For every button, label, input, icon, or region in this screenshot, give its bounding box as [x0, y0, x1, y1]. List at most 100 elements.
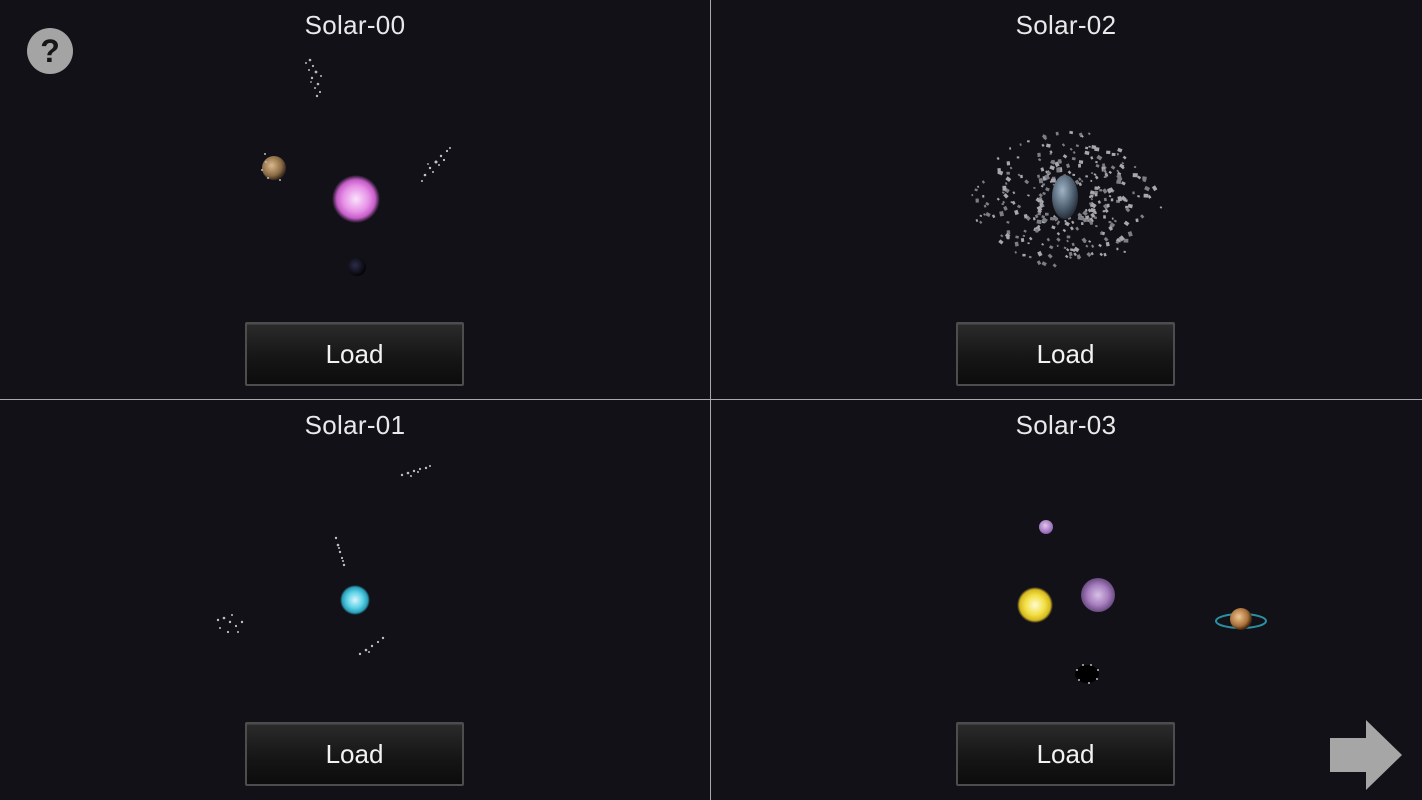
asteroid-cluster — [400, 465, 431, 477]
asteroid — [1071, 157, 1076, 161]
asteroid — [1108, 221, 1112, 224]
asteroid — [1082, 210, 1088, 217]
asteroid — [1116, 175, 1123, 181]
asteroid — [1071, 220, 1075, 225]
asteroid — [1108, 225, 1114, 231]
asteroid — [1009, 166, 1013, 170]
asteroid — [1115, 199, 1121, 204]
asteroid — [1116, 247, 1119, 251]
load-button[interactable]: Load — [956, 722, 1175, 786]
asteroid — [1067, 215, 1072, 220]
asteroid — [1063, 174, 1067, 178]
asteroid — [1093, 173, 1097, 176]
asteroid — [1072, 248, 1076, 253]
asteroid — [1045, 212, 1049, 216]
asteroid — [1061, 143, 1066, 147]
asteroid — [1080, 216, 1086, 222]
asteroid — [1088, 240, 1092, 243]
asteroid — [1073, 246, 1080, 253]
load-button[interactable]: Load — [956, 322, 1175, 386]
asteroid-cluster — [216, 614, 244, 634]
load-button[interactable]: Load — [245, 722, 464, 786]
asteroid — [1037, 250, 1043, 257]
asteroid — [1082, 219, 1086, 223]
asteroid — [1066, 235, 1071, 239]
asteroid — [1085, 218, 1089, 222]
asteroid — [1100, 231, 1106, 236]
asteroid — [1001, 203, 1004, 206]
asteroid — [1052, 215, 1056, 218]
asteroid — [1033, 227, 1039, 232]
asteroid — [1042, 219, 1046, 224]
asteroid — [1042, 191, 1046, 196]
asteroid — [1101, 164, 1107, 171]
asteroid — [985, 201, 990, 206]
asteroid — [1097, 200, 1102, 204]
asteroid-cluster — [305, 58, 322, 98]
asteroid — [1094, 147, 1100, 152]
asteroid — [1049, 216, 1055, 221]
asteroid — [1090, 197, 1094, 201]
asteroid — [1102, 163, 1106, 168]
asteroid — [1120, 195, 1127, 202]
asteroid — [1001, 191, 1005, 194]
asteroid — [1051, 225, 1056, 230]
asteroid — [1117, 147, 1123, 153]
asteroid — [1081, 237, 1087, 244]
asteroid — [1006, 220, 1010, 224]
asteroid — [1064, 219, 1067, 223]
asteroid — [1088, 217, 1094, 223]
solar-00-preview — [261, 58, 451, 276]
asteroid — [1058, 160, 1062, 164]
asteroid — [1000, 234, 1004, 238]
asteroid — [1068, 251, 1073, 257]
asteroid — [1040, 167, 1045, 172]
asteroid — [1084, 208, 1088, 212]
next-arrow-button[interactable] — [1330, 720, 1402, 790]
asteroid — [1056, 167, 1061, 173]
asteroid — [1096, 154, 1103, 161]
help-button[interactable]: ? — [27, 28, 73, 74]
asteroid — [1050, 178, 1056, 183]
solar-title: Solar-03 — [1015, 410, 1117, 440]
asteroid — [1062, 228, 1067, 233]
question-mark-icon: ? — [40, 32, 60, 69]
asteroid — [1012, 191, 1016, 195]
asteroid — [1102, 168, 1107, 173]
load-button[interactable]: Load — [245, 322, 464, 386]
asteroid — [1132, 191, 1135, 195]
solar-03-preview — [1017, 520, 1267, 684]
asteroid — [1038, 177, 1044, 184]
asteroid — [1045, 187, 1050, 192]
asteroid — [1036, 219, 1042, 225]
asteroid — [1102, 210, 1106, 213]
asteroid — [1049, 165, 1056, 171]
asteroid — [1004, 182, 1008, 185]
asteroid — [1056, 237, 1061, 242]
asteroid — [1076, 254, 1082, 260]
asteroid — [1037, 212, 1041, 216]
asteroid — [1039, 202, 1045, 208]
asteroid — [1046, 171, 1051, 175]
asteroid — [1034, 214, 1039, 219]
asteroid — [1083, 239, 1087, 243]
asteroid — [1035, 228, 1039, 233]
asteroid — [1041, 217, 1048, 224]
asteroid — [1090, 172, 1094, 175]
asteroid — [1106, 187, 1113, 194]
asteroid — [1017, 204, 1022, 209]
solar-panel-00: Solar-00 Load — [0, 0, 710, 399]
asteroid — [1019, 143, 1022, 146]
asteroid — [1144, 185, 1151, 192]
asteroid — [1132, 173, 1138, 178]
asteroid — [1094, 186, 1099, 191]
asteroid — [1042, 175, 1047, 181]
asteroid — [1003, 187, 1010, 194]
asteroid — [1090, 202, 1097, 209]
solar-panel-03: Solar-03 Load — [711, 400, 1421, 799]
asteroid — [1085, 175, 1088, 178]
solar-title: Solar-01 — [304, 410, 406, 440]
asteroid — [1067, 170, 1072, 175]
asteroid — [997, 168, 1001, 173]
asteroid — [1135, 218, 1139, 223]
